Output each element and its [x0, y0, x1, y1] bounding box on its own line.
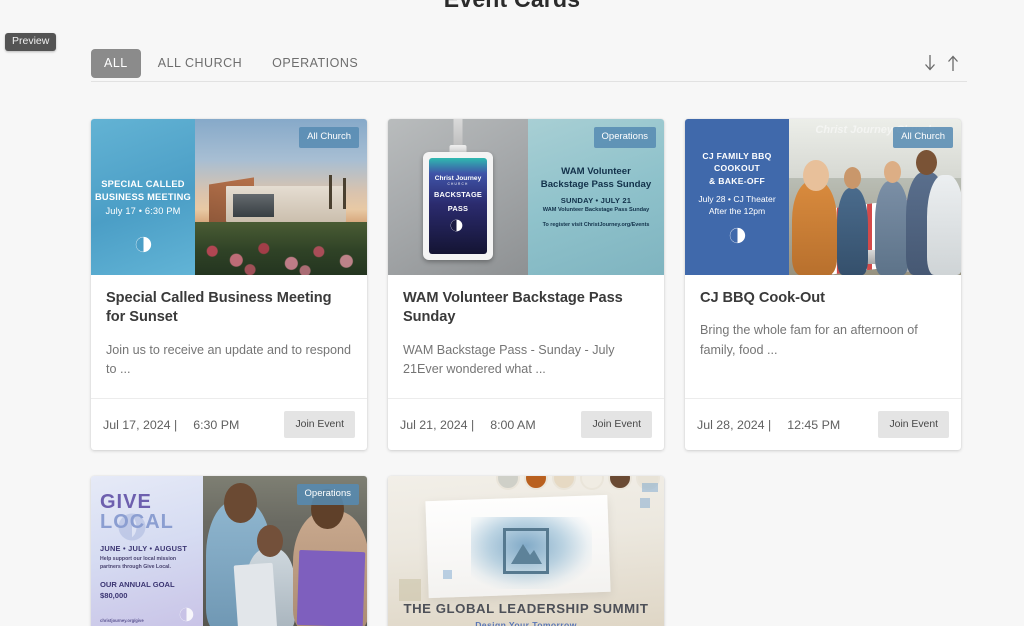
card-body: WAM Volunteer Backstage Pass Sunday WAM …: [388, 275, 664, 380]
join-event-button[interactable]: Join Event: [284, 411, 355, 438]
banner-description: Help support our local mission partners …: [100, 556, 196, 571]
event-time: 12:45 PM: [787, 418, 840, 432]
christ-journey-logo-icon: [450, 219, 467, 236]
event-card-grid: SPECIAL CALLED BUSINESS MEETING July 17 …: [91, 119, 963, 626]
card-title: CJ BBQ Cook-Out: [700, 289, 946, 308]
join-event-button[interactable]: Join Event: [878, 411, 949, 438]
category-badge: Operations: [297, 484, 359, 505]
tab-operations[interactable]: OPERATIONS: [259, 49, 371, 78]
banner-photo: Christ Journey CHURCH BACKSTAGE PASS: [388, 119, 528, 275]
preview-badge: Preview: [5, 33, 56, 51]
join-event-button[interactable]: Join Event: [581, 411, 652, 438]
tab-all-church[interactable]: ALL CHURCH: [145, 49, 255, 78]
banner-title-line1: WAM Volunteer: [561, 166, 631, 179]
card-banner: THE GLOBAL LEADERSHIP SUMMIT Design Your…: [388, 476, 664, 626]
christ-journey-logo-icon: [178, 607, 195, 624]
banner-detail-line: WAM Volunteer Backstage Pass Sunday: [543, 207, 650, 213]
event-card[interactable]: SPECIAL CALLED BUSINESS MEETING July 17 …: [91, 119, 367, 450]
card-body: CJ BBQ Cook-Out Bring the whole fam for …: [685, 275, 961, 380]
card-description: WAM Backstage Pass - Sunday - July 21Eve…: [403, 341, 649, 381]
category-badge: All Church: [893, 127, 953, 148]
pass-brand-sub: CHURCH: [435, 183, 482, 186]
banner-url: christjourney.org/give: [100, 618, 144, 623]
toolbar-divider: [91, 81, 967, 82]
card-title: Special Called Business Meeting for Suns…: [106, 289, 352, 328]
banner-text-panel: GIVE LOCAL JUNE • JULY • AUGUST Help sup…: [91, 476, 203, 626]
tab-all[interactable]: ALL: [91, 49, 141, 78]
banner-text-panel: SPECIAL CALLED BUSINESS MEETING July 17 …: [91, 119, 195, 275]
banner-date-line: SUNDAY • JULY 21: [561, 196, 631, 205]
card-footer: Jul 17, 2024 | 6:30 PM Join Event: [91, 398, 367, 450]
pass-label-line2: PASS: [448, 205, 468, 214]
banner-headline-line2: COOKOUT: [714, 162, 760, 174]
event-card[interactable]: THE GLOBAL LEADERSHIP SUMMIT Design Your…: [388, 476, 664, 626]
event-time: 6:30 PM: [193, 418, 239, 432]
banner-subline-line1: July 28 • CJ Theater: [698, 193, 775, 205]
arrow-up-icon[interactable]: [946, 54, 960, 72]
category-badge: Operations: [594, 127, 656, 148]
banner-text-panel: CJ FAMILY BBQ COOKOUT & BAKE-OFF July 28…: [685, 119, 789, 275]
banner-word-give: GIVE: [100, 493, 196, 512]
event-time: 8:00 AM: [490, 418, 535, 432]
event-card[interactable]: CJ FAMILY BBQ COOKOUT & BAKE-OFF July 28…: [685, 119, 961, 450]
event-card[interactable]: Christ Journey CHURCH BACKSTAGE PASS: [388, 119, 664, 450]
banner-subline: July 17 • 6:30 PM: [105, 206, 180, 216]
banner-headline-line3: & BAKE-OFF: [709, 175, 765, 187]
arrow-down-icon[interactable]: [923, 54, 937, 72]
card-body: Special Called Business Meeting for Suns…: [91, 275, 367, 380]
banner-title-line2: Backstage Pass Sunday: [541, 179, 651, 192]
card-description: Bring the whole fam for an afternoon of …: [700, 321, 946, 361]
card-description: Join us to receive an update and to resp…: [106, 341, 352, 381]
card-banner: SPECIAL CALLED BUSINESS MEETING July 17 …: [91, 119, 367, 275]
banner-headline-line1: CJ FAMILY BBQ: [702, 150, 771, 162]
event-date: Jul 21, 2024 |: [400, 418, 474, 432]
card-banner: GIVE LOCAL JUNE • JULY • AUGUST Help sup…: [91, 476, 367, 626]
filter-toolbar: ALL ALL CHURCH OPERATIONS: [91, 46, 967, 80]
event-date: Jul 17, 2024 |: [103, 418, 177, 432]
event-cards-page: Event Cards Preview ALL ALL CHURCH OPERA…: [0, 0, 1024, 626]
summit-title: THE GLOBAL LEADERSHIP SUMMIT: [388, 601, 664, 616]
event-date: Jul 28, 2024 |: [697, 418, 771, 432]
card-banner: Christ Journey CHURCH BACKSTAGE PASS: [388, 119, 664, 275]
pass-brand: Christ Journey CHURCH: [435, 176, 482, 186]
card-banner: CJ FAMILY BBQ COOKOUT & BAKE-OFF July 28…: [685, 119, 961, 275]
banner-goal-label: OUR ANNUAL GOAL: [100, 580, 196, 589]
banner-register-line: To register visit ChristJourney.org/Even…: [543, 222, 650, 228]
summit-subtitle: Design Your Tomorrow: [388, 620, 664, 626]
banner-subline-line2: After the 12pm: [709, 205, 765, 217]
banner-goal-amount: $80,000: [100, 591, 196, 600]
paint-palette: [496, 476, 660, 490]
pass-label-line1: BACKSTAGE: [434, 191, 482, 200]
banner-word-local: LOCAL: [100, 512, 196, 532]
banner-headline-line1: SPECIAL CALLED: [101, 178, 185, 190]
card-title: WAM Volunteer Backstage Pass Sunday: [403, 289, 649, 328]
card-footer: Jul 21, 2024 | 8:00 AM Join Event: [388, 398, 664, 450]
summit-mountain-icon: [503, 528, 549, 574]
christ-journey-logo-icon: [135, 236, 152, 253]
event-card[interactable]: GIVE LOCAL JUNE • JULY • AUGUST Help sup…: [91, 476, 367, 626]
christ-journey-logo-icon: [729, 227, 746, 244]
page-title: Event Cards: [0, 0, 1024, 13]
card-footer: Jul 28, 2024 | 12:45 PM Join Event: [685, 398, 961, 450]
banner-months: JUNE • JULY • AUGUST: [100, 544, 196, 553]
banner-headline-line2: BUSINESS MEETING: [95, 191, 191, 203]
category-badge: All Church: [299, 127, 359, 148]
sort-controls: [923, 54, 967, 72]
category-tabs: ALL ALL CHURCH OPERATIONS: [91, 49, 371, 78]
